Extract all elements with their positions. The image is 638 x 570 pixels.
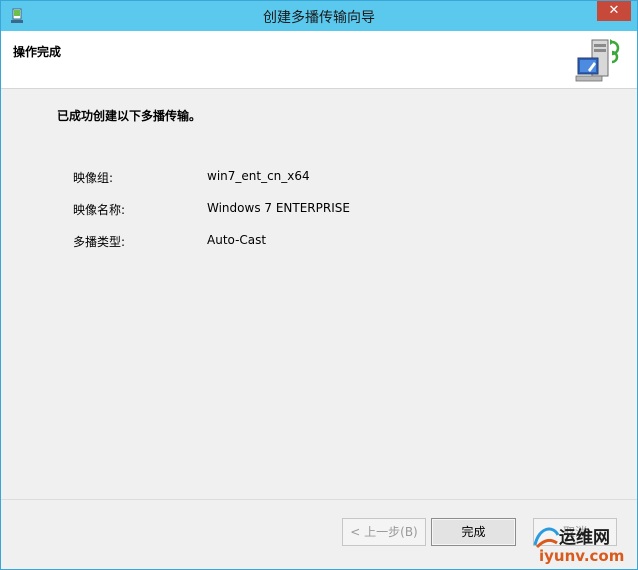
finish-button[interactable]: 完成 <box>431 518 516 546</box>
wizard-header: 操作完成 <box>1 31 637 89</box>
content-area: 已成功创建以下多播传输。 映像组: win7_ent_cn_x64 映像名称: … <box>1 89 637 499</box>
title-bar[interactable]: 创建多播传输向导 ✕ <box>1 1 637 31</box>
multicast-type-label: 多播类型: <box>73 235 126 249</box>
wizard-window: 创建多播传输向导 ✕ 操作完成 已成功创建以下多播传输。 映像组: win7_e… <box>0 0 638 570</box>
image-group-value: win7_ent_cn_x64 <box>207 169 310 183</box>
success-message: 已成功创建以下多播传输。 <box>57 109 202 123</box>
window-title: 创建多播传输向导 <box>263 10 375 26</box>
back-button[interactable]: < 上一步(B) <box>342 518 426 546</box>
page-title: 操作完成 <box>13 45 62 59</box>
watermark-text-cn: 运维网 <box>559 528 610 548</box>
image-name-value: Windows 7 ENTERPRISE <box>207 201 350 215</box>
multicast-type-value: Auto-Cast <box>207 233 267 247</box>
watermark: 运维网 iyunv.com <box>529 519 637 569</box>
footer-divider <box>1 499 637 500</box>
server-network-icon <box>575 39 620 82</box>
close-button[interactable]: ✕ <box>597 1 631 21</box>
image-group-label: 映像组: <box>73 171 114 185</box>
image-name-label: 映像名称: <box>73 203 126 217</box>
watermark-text-url: iyunv.com <box>539 547 625 565</box>
